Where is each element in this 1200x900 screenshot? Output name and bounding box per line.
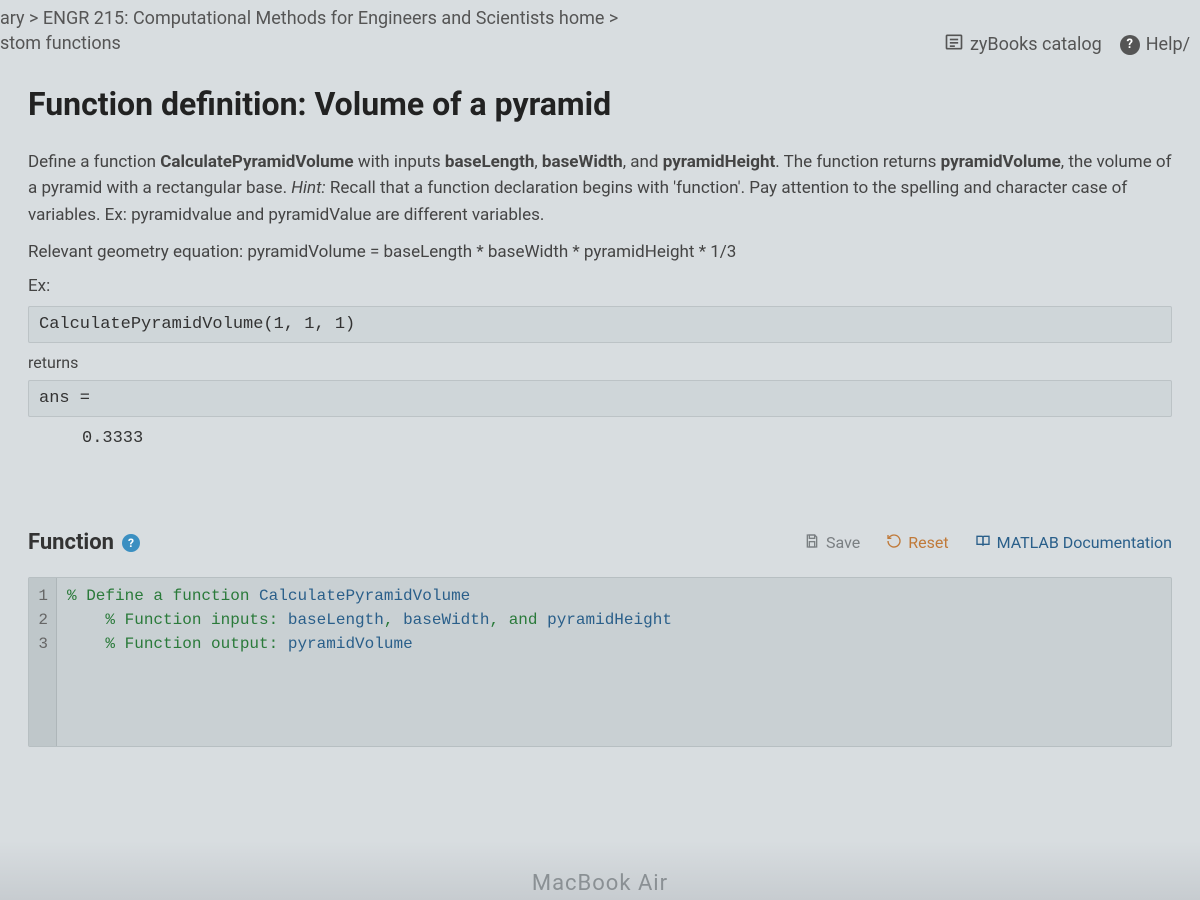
code-editor[interactable]: 1 2 3 % Define a function CalculatePyram… [28, 577, 1172, 747]
reset-label: Reset [908, 533, 948, 552]
content-area: Function definition: Volume of a pyramid… [0, 85, 1200, 747]
save-button[interactable]: Save [804, 533, 860, 553]
editor-header: Function ? Save [28, 530, 1172, 555]
line-gutter: 1 2 3 [29, 578, 57, 746]
code-line-1[interactable]: % Define a function CalculatePyramidVolu… [67, 584, 1161, 608]
device-bezel-label: MacBook Air [0, 841, 1200, 900]
editor-actions: Save Reset [804, 533, 1172, 553]
help-icon[interactable]: ? [122, 534, 140, 552]
breadcrumb-line-1[interactable]: ary > ENGR 215: Computational Methods fo… [0, 6, 618, 31]
ans-value: 0.3333 [28, 417, 1172, 460]
docs-label: MATLAB Documentation [997, 533, 1172, 552]
matlab-docs-link[interactable]: MATLAB Documentation [975, 533, 1172, 553]
help-link[interactable]: ? Help/ [1120, 34, 1190, 55]
page-title: Function definition: Volume of a pyramid [28, 85, 1172, 123]
help-icon: ? [1120, 35, 1140, 55]
editor-title: Function ? [28, 530, 140, 555]
code-line-3[interactable]: % Function output: pyramidVolume [67, 632, 1161, 656]
example-code: CalculatePyramidVolume(1, 1, 1) [28, 306, 1172, 343]
breadcrumb[interactable]: ary > ENGR 215: Computational Methods fo… [0, 6, 618, 56]
returns-label: returns [28, 353, 1172, 372]
reset-icon [886, 533, 902, 553]
prompt-paragraph: Define a function CalculatePyramidVolume… [28, 149, 1172, 228]
code-lines[interactable]: % Define a function CalculatePyramidVolu… [57, 578, 1171, 746]
catalog-link[interactable]: zyBooks catalog [944, 32, 1102, 57]
list-icon [944, 32, 964, 57]
reset-button[interactable]: Reset [886, 533, 948, 553]
book-icon [975, 533, 991, 553]
help-label: Help/ [1146, 34, 1190, 55]
editor-section: Function ? Save [28, 530, 1172, 747]
save-label: Save [826, 533, 860, 552]
relevant-equation: Relevant geometry equation: pyramidVolum… [28, 242, 1172, 262]
answer-block: ans = 0.3333 [28, 380, 1172, 460]
catalog-label: zyBooks catalog [970, 34, 1102, 55]
code-line-2[interactable]: % Function inputs: baseLength, baseWidth… [67, 608, 1161, 632]
ans-label: ans = [28, 380, 1172, 417]
example-label: Ex: [28, 276, 1172, 296]
top-bar: ary > ENGR 215: Computational Methods fo… [0, 0, 1200, 67]
breadcrumb-line-2[interactable]: stom functions [0, 31, 618, 56]
top-right-links: zyBooks catalog ? Help/ [944, 6, 1190, 57]
save-icon [804, 533, 820, 553]
